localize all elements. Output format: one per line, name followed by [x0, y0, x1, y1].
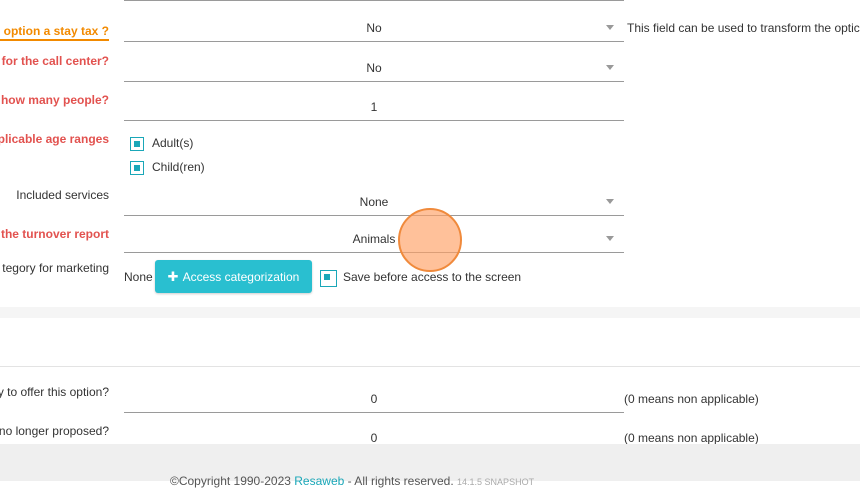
marketing-value: None [124, 270, 153, 284]
stay-tax-label: he option a stay tax ? [0, 24, 109, 41]
stay-tax-hint: This field can be used to transform the … [627, 21, 860, 35]
call-center-label: y for the call center? [0, 54, 109, 68]
turnover-value: Animals [352, 232, 396, 246]
offer-input[interactable]: 0 [124, 386, 624, 413]
access-categorization-button[interactable]: ✚ Access categorization [155, 260, 312, 293]
adult-label: Adult(s) [152, 136, 194, 150]
offer-label: y to offer this option? [0, 385, 109, 399]
marketing-label: tegory for marketing [2, 261, 109, 275]
adult-checkbox[interactable] [130, 137, 144, 151]
offer-hint: (0 means non applicable) [624, 392, 759, 406]
chevron-down-icon [606, 199, 614, 204]
included-services-value: None [359, 195, 389, 209]
footer-text: ©Copyright 1990-2023 Resaweb - All right… [170, 474, 534, 488]
included-services-select[interactable]: None [124, 189, 624, 216]
no-longer-label: no longer proposed? [0, 424, 109, 438]
chevron-down-icon [606, 236, 614, 241]
version-text: 14.1.5 SNAPSHOT [457, 477, 535, 487]
click-indicator [398, 208, 462, 272]
brand-link[interactable]: Resaweb [294, 474, 344, 488]
turnover-select[interactable]: Animals [124, 226, 624, 253]
child-label: Child(ren) [152, 160, 205, 174]
footer: ©Copyright 1990-2023 Resaweb - All right… [0, 444, 860, 488]
no-longer-value: 0 [370, 431, 378, 445]
included-services-label: Included services [16, 188, 109, 202]
rights-text: - All rights reserved. [347, 474, 454, 488]
chevron-down-icon [606, 65, 614, 70]
chevron-down-icon [606, 25, 614, 30]
stay-tax-value: No [366, 21, 382, 35]
call-center-value: No [366, 61, 382, 75]
save-before-checkbox[interactable] [320, 270, 337, 287]
people-input[interactable]: 1 [124, 94, 624, 121]
save-before-label: Save before access to the screen [343, 270, 522, 284]
section-divider [0, 366, 860, 367]
no-longer-hint: (0 means non applicable) [624, 431, 759, 445]
call-center-select[interactable]: No [124, 55, 624, 82]
stay-tax-select[interactable]: No [124, 15, 624, 42]
offer-value: 0 [370, 392, 378, 406]
people-value: 1 [370, 100, 378, 114]
access-categorization-label: Access categorization [182, 269, 300, 284]
people-label: n how many people? [0, 93, 109, 107]
section-band [0, 307, 860, 318]
copyright-text: ©Copyright 1990-2023 [170, 474, 291, 488]
top-divider [124, 0, 624, 1]
age-ranges-label: pplicable age ranges [0, 132, 109, 146]
plus-icon: ✚ [167, 268, 179, 284]
child-checkbox[interactable] [130, 161, 144, 175]
turnover-label: n the turnover report [0, 227, 109, 241]
